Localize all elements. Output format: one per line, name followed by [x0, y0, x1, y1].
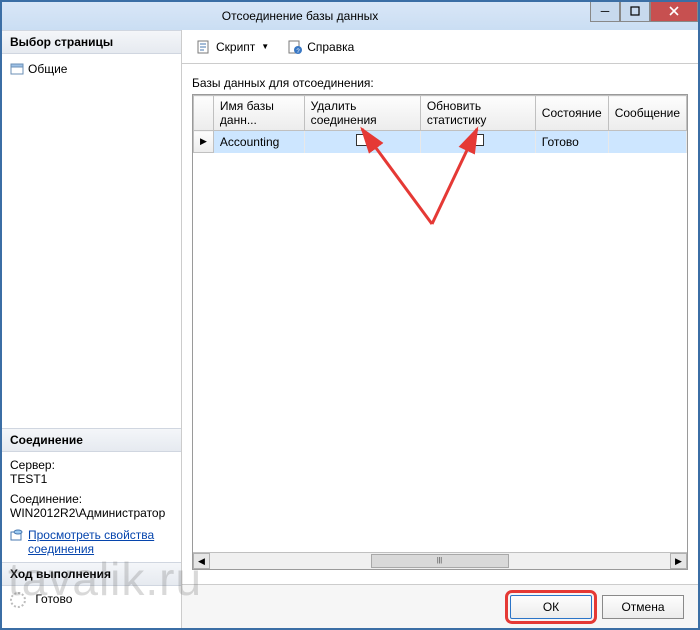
scroll-thumb[interactable]: Ⅲ	[371, 554, 509, 568]
grid-table: Имя базы данн... Удалить соединения Обно…	[193, 95, 687, 153]
horizontal-scrollbar[interactable]: ◀ Ⅲ ▶	[193, 552, 687, 569]
help-button[interactable]: ? Справка	[283, 37, 358, 57]
toolbar: Скрипт ▼ ? Справка	[182, 30, 698, 64]
close-icon	[669, 6, 679, 16]
col-message[interactable]: Сообщение	[608, 96, 686, 131]
help-label: Справка	[307, 40, 354, 54]
row-marker-header	[194, 96, 214, 131]
page-selection-body: Общие	[2, 54, 181, 84]
dialog-body: Выбор страницы Общие Соединение Сервер: …	[2, 30, 698, 628]
cell-drop-connections	[304, 131, 420, 153]
window-buttons: ─	[590, 2, 698, 30]
col-update-statistics[interactable]: Обновить статистику	[420, 96, 535, 131]
row-marker: ▶	[194, 131, 214, 153]
col-db-name[interactable]: Имя базы данн...	[213, 96, 304, 131]
page-selection-header: Выбор страницы	[2, 30, 181, 54]
script-icon	[196, 39, 212, 55]
button-bar: ОК Отмена	[182, 584, 698, 628]
progress-body: Готово	[2, 586, 181, 628]
scroll-track[interactable]: Ⅲ	[210, 553, 670, 569]
cell-state: Готово	[535, 131, 608, 153]
maximize-button[interactable]	[620, 0, 650, 22]
help-icon: ?	[287, 39, 303, 55]
connection-header: Соединение	[2, 428, 181, 452]
drop-connections-checkbox[interactable]	[356, 134, 368, 146]
table-row[interactable]: ▶ Accounting Готово	[194, 131, 687, 153]
script-button[interactable]: Скрипт ▼	[192, 37, 273, 57]
connection-value: WIN2012R2\Администратор	[10, 506, 173, 520]
window-title: Отсоединение базы данных	[10, 9, 590, 23]
cancel-button[interactable]: Отмена	[602, 595, 684, 619]
progress-header: Ход выполнения	[2, 562, 181, 586]
ok-button[interactable]: ОК	[510, 595, 592, 619]
right-pane: Скрипт ▼ ? Справка Базы данных для отсое…	[182, 30, 698, 628]
cell-message	[608, 131, 686, 153]
titlebar: Отсоединение базы данных ─	[2, 2, 698, 30]
nav-item-label: Общие	[28, 62, 67, 76]
connection-label: Соединение:	[10, 492, 173, 506]
databases-grid: Имя базы данн... Удалить соединения Обно…	[192, 94, 688, 570]
view-connection-properties-link[interactable]: Просмотреть свойства соединения	[10, 528, 173, 556]
chevron-down-icon: ▼	[261, 42, 269, 51]
view-props-line1: Просмотреть свойства	[28, 528, 154, 542]
properties-icon	[10, 528, 24, 542]
grid-label: Базы данных для отсоединения:	[192, 76, 688, 90]
minimize-button[interactable]: ─	[590, 0, 620, 22]
nav-item-general[interactable]: Общие	[10, 60, 173, 78]
server-value: TEST1	[10, 472, 173, 486]
col-drop-connections[interactable]: Удалить соединения	[304, 96, 420, 131]
script-label: Скрипт	[216, 40, 255, 54]
page-icon	[10, 62, 24, 76]
scroll-right-arrow[interactable]: ▶	[670, 553, 687, 569]
dialog-window: Отсоединение базы данных ─ Выбор страниц…	[0, 0, 700, 630]
update-statistics-checkbox[interactable]	[472, 134, 484, 146]
maximize-icon	[630, 6, 640, 16]
server-label: Сервер:	[10, 458, 173, 472]
scroll-left-arrow[interactable]: ◀	[193, 553, 210, 569]
progress-spinner-icon	[10, 592, 26, 608]
view-props-line2: соединения	[28, 542, 94, 556]
main-area: Базы данных для отсоединения: Имя базы д…	[182, 64, 698, 584]
progress-status: Готово	[35, 592, 72, 606]
close-button[interactable]	[650, 0, 698, 22]
left-pane: Выбор страницы Общие Соединение Сервер: …	[2, 30, 182, 628]
cell-db-name: Accounting	[213, 131, 304, 153]
connection-body: Сервер: TEST1 Соединение: WIN2012R2\Адми…	[2, 452, 181, 562]
cell-update-statistics	[420, 131, 535, 153]
col-state[interactable]: Состояние	[535, 96, 608, 131]
